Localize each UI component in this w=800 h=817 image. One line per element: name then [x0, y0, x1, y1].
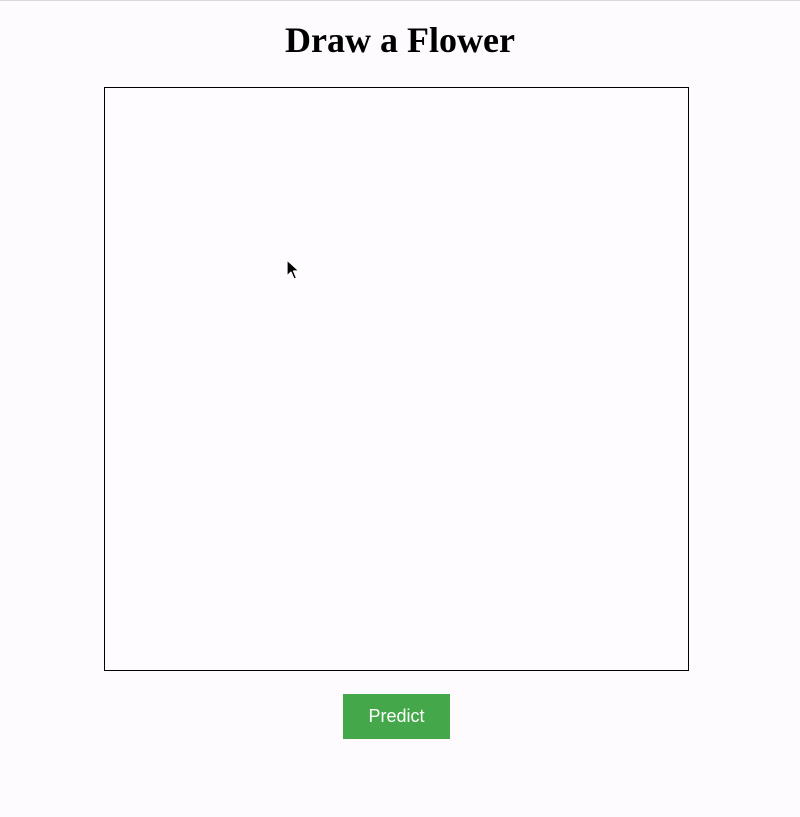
page: Draw a Flower Predict	[0, 0, 800, 817]
drawing-canvas[interactable]	[104, 87, 689, 671]
predict-button[interactable]: Predict	[343, 694, 450, 739]
page-title: Draw a Flower	[285, 20, 515, 60]
